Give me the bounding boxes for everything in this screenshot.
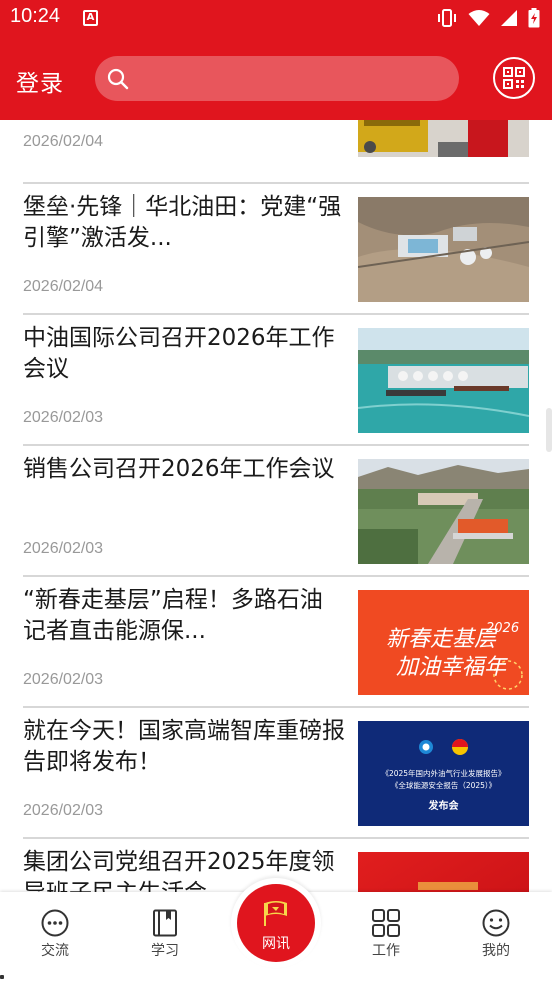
chat-icon: [41, 909, 69, 937]
bottom-nav: 交流 学习 网讯 工作 我的: [0, 878, 552, 981]
news-thumbnail: [358, 120, 529, 157]
news-item[interactable]: 堡垒·先锋｜华北油田：党建“强引擎”激活发... 2026/02/04: [23, 184, 529, 315]
app-notification-icon: A: [83, 10, 98, 26]
nav-label: 交流: [41, 943, 69, 959]
news-date: 2026/02/04: [23, 278, 104, 295]
news-date: 2026/02/03: [23, 540, 104, 557]
smile-icon: [482, 909, 510, 937]
banner-text: 《2025年国内外油气行业发展报告》: [381, 768, 505, 778]
banner-text: 发布会: [428, 799, 459, 812]
nav-item-chat[interactable]: 交流: [15, 908, 95, 960]
status-time: 10:24: [10, 5, 61, 27]
news-date: 2026/02/03: [23, 802, 104, 819]
news-title: 中油国际公司召开2026年工作会议: [23, 325, 335, 382]
search-bar[interactable]: [95, 56, 459, 101]
wifi-icon: [468, 10, 490, 26]
news-thumbnail: [358, 459, 529, 564]
book-icon: [153, 909, 177, 937]
news-title: “新春走基层”启程！多路石油记者直击能源保...: [23, 587, 323, 644]
nav-label: 网讯: [262, 936, 290, 952]
party-flag-icon: [264, 901, 287, 926]
news-feed[interactable]: 2026/02/04 堡垒·先锋｜华北油田：党建“强引擎”激活发... 2026…: [0, 120, 552, 892]
banner-text: 新春走基层: [386, 627, 498, 652]
news-date: 2026/02/04: [23, 133, 104, 150]
news-date: 2026/02/03: [23, 671, 104, 688]
top-header: 登录: [0, 36, 552, 120]
signal-icon: [501, 10, 517, 26]
banner-text: 加油幸福年: [396, 655, 508, 680]
news-item[interactable]: 中油国际公司召开2026年工作会议 2026/02/03: [23, 315, 529, 446]
search-icon: [107, 68, 129, 90]
news-item[interactable]: 销售公司召开2026年工作会议 2026/02/03: [23, 446, 529, 577]
banner-text: 《全球能源安全报告（2025）》: [391, 780, 496, 790]
nav-item-study[interactable]: 学习: [125, 908, 205, 960]
news-title: 销售公司召开2026年工作会议: [23, 456, 335, 482]
banner-year: 2026: [486, 621, 519, 636]
news-title: 就在今天！国家高端智库重磅报告即将发布！: [23, 718, 345, 775]
qr-code-icon: [503, 67, 525, 89]
nav-item-work[interactable]: 工作: [346, 908, 426, 960]
news-item[interactable]: “新春走基层”启程！多路石油记者直击能源保... 2026/02/03 新春走基…: [23, 577, 529, 708]
news-item[interactable]: 2026/02/04: [23, 120, 529, 170]
news-thumbnail: 新春走基层 加油幸福年 2026: [358, 590, 529, 695]
news-thumbnail: [358, 328, 529, 433]
vibrate-icon: [438, 9, 456, 27]
news-thumbnail: [358, 852, 529, 892]
login-button[interactable]: 登录: [16, 64, 64, 98]
nav-label: 工作: [372, 943, 400, 959]
nav-item-mine[interactable]: 我的: [456, 908, 536, 960]
grid-icon: [372, 909, 400, 937]
nav-label: 学习: [151, 943, 179, 959]
news-title: 堡垒·先锋｜华北油田：党建“强引擎”激活发...: [23, 194, 342, 251]
status-bar: 10:24 A: [0, 0, 552, 36]
system-nav-indicator: [0, 975, 4, 979]
nav-label: 我的: [482, 943, 510, 959]
battery-icon: [528, 8, 540, 28]
nav-item-news[interactable]: 网讯: [231, 878, 321, 968]
news-thumbnail: [358, 197, 529, 302]
news-tab-button[interactable]: 网讯: [237, 884, 315, 962]
scroll-indicator[interactable]: [546, 408, 552, 452]
news-thumbnail: 《2025年国内外油气行业发展报告》 《全球能源安全报告（2025）》 发布会: [358, 721, 529, 826]
qr-scan-button[interactable]: [493, 57, 535, 99]
news-date: 2026/02/03: [23, 409, 104, 426]
news-item[interactable]: 就在今天！国家高端智库重磅报告即将发布！ 2026/02/03 《2025年国内…: [23, 708, 529, 839]
